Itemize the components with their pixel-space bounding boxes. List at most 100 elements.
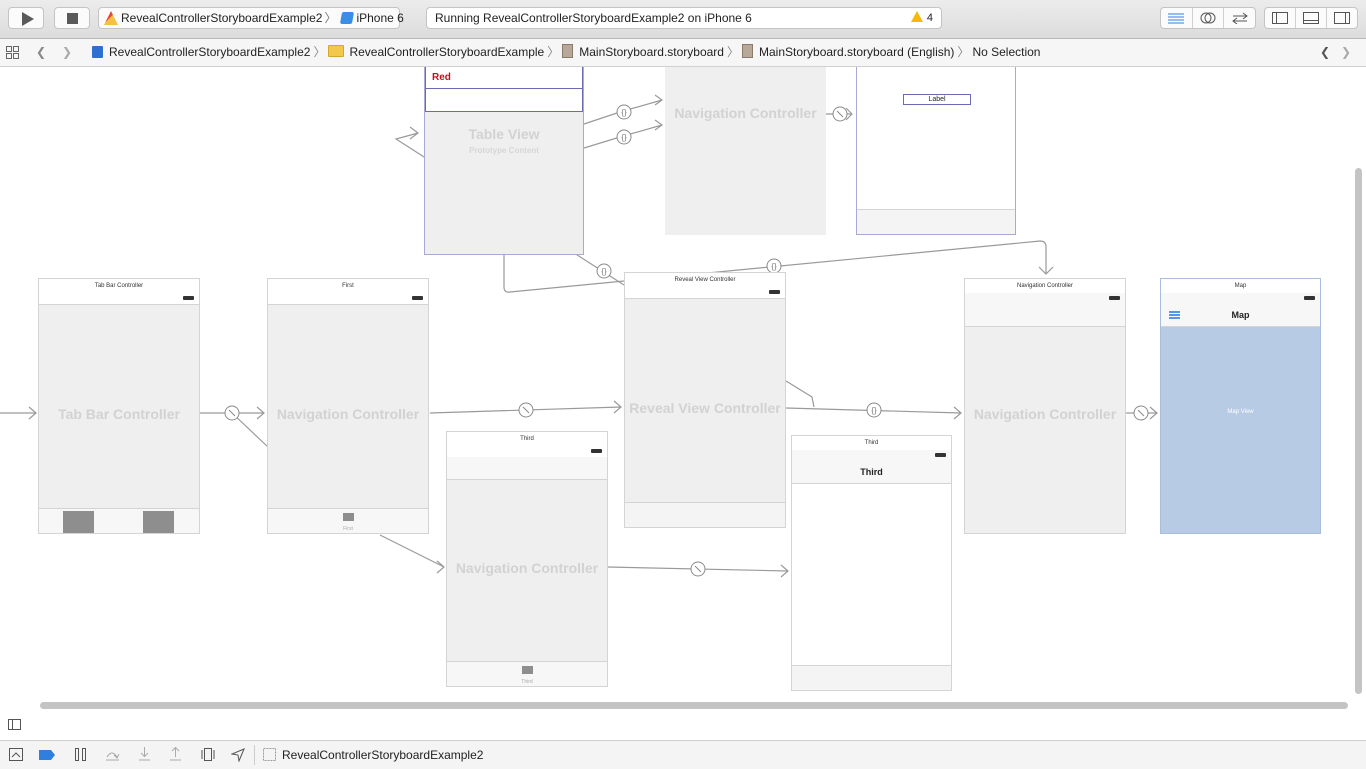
navigation-bar-title: Map [1231,310,1250,320]
warning-icon [910,11,923,22]
view-hierarchy-icon [201,748,215,761]
segue-line[interactable] [379,534,445,574]
storyboard-file-icon [562,44,574,58]
pause-button[interactable] [74,748,87,763]
scene-title: Navigation Controller [276,406,420,422]
scene-header: Reveal View Controller [625,273,785,288]
location-arrow-icon [230,748,245,763]
storyboard-canvas[interactable]: {} {} {} {} {} Red Table View Prototype Cont… [0,67,1352,697]
table-view-title: Table View [468,126,540,142]
table-cell[interactable] [425,89,583,112]
battery-icon [1304,296,1315,300]
navigator-toggle-button[interactable] [1265,8,1296,28]
tab-bar: Third [447,661,607,686]
third-navigation-controller-scene[interactable]: Third Navigation Controller Third [446,431,608,687]
warning-count: 4 [926,12,933,24]
editor-mode-segment [1160,7,1256,29]
tab-item-icon[interactable] [343,513,354,521]
breadcrumb-selection[interactable]: No Selection [972,45,1040,59]
back-arrow-icon[interactable]: ❮ [36,39,46,66]
standard-editor-button[interactable] [1161,8,1193,28]
step-into-icon [139,747,150,761]
scene-header: Map [1161,279,1320,294]
top-nav-title: Navigation Controller [674,105,817,121]
previous-issue-icon[interactable]: ❮ [1320,39,1330,66]
step-over-button[interactable] [105,748,120,763]
breakpoints-toggle-button[interactable] [39,750,56,761]
scene-title: Reveal View Controller [629,400,781,416]
tab-item-label: Third [521,679,533,685]
breadcrumb-file[interactable]: MainStoryboard.storyboard [562,44,724,59]
assistant-editor-button[interactable] [1193,8,1225,28]
scheme-selector[interactable]: RevealControllerStoryboardExample2 〉 iPhon… [98,7,404,29]
scene-header: Third [447,432,607,447]
debug-area-toggle-button[interactable] [1296,8,1327,28]
window-toolbar: RevealControllerStoryboardExample2 〉 iPhon… [0,0,1366,39]
chevron-right-icon: 〉 [957,45,970,59]
third-view-controller-scene[interactable]: Third Third [791,435,952,691]
assistant-editor-icon [1200,12,1216,24]
breadcrumb-localized-file[interactable]: MainStoryboard.storyboard (English) [742,44,954,59]
battery-icon [769,290,780,294]
horizontal-scrollbar[interactable] [40,702,1348,709]
hide-debug-area-button[interactable] [9,748,23,763]
breadcrumb-group[interactable]: RevealControllerStoryboardExample [328,45,544,59]
battery-icon [935,453,946,457]
bottom-panel-icon [1303,12,1319,24]
next-issue-icon[interactable]: ❯ [1341,39,1351,66]
tab-bar-controller-scene[interactable]: Tab Bar Controller Tab Bar Controller [38,278,200,534]
tab-item-icon[interactable] [143,511,174,533]
stop-button[interactable] [54,7,90,29]
table-view-scene[interactable]: Red Table View Prototype Content [424,67,584,255]
stop-icon [67,13,78,24]
step-into-button[interactable] [138,747,151,763]
simulate-location-button[interactable] [230,748,245,764]
utilities-toggle-button[interactable] [1327,8,1357,28]
forward-arrow-icon[interactable]: ❯ [62,39,72,66]
run-button[interactable] [8,7,44,29]
top-navigation-controller-scene[interactable]: Navigation Controller [665,67,826,235]
storyboard-file-icon [742,44,753,58]
first-navigation-controller-scene[interactable]: First Navigation Controller First [267,278,429,534]
bottom-strip [792,665,951,690]
reveal-view-controller-scene[interactable]: Reveal View Controller Reveal View Contr… [624,272,786,528]
left-panel-icon [1272,12,1288,24]
map-scene[interactable]: Map Map Map View [1160,278,1321,534]
version-editor-button[interactable] [1224,8,1255,28]
tab-item-icon[interactable] [522,666,533,674]
right-panel-icon [1334,12,1350,24]
warning-badge[interactable]: 4 [910,8,933,28]
label-element[interactable]: Label [903,94,971,105]
navigation-bar: Map [1161,304,1320,327]
entry-arrow [0,406,37,420]
chevron-right-icon: 〉 [324,11,337,25]
scene-title: Navigation Controller [455,560,599,576]
svg-text:{}: {} [621,133,627,142]
scene-title: Navigation Controller [973,406,1117,422]
battery-icon [1109,296,1120,300]
tab-item-icon[interactable] [63,511,94,533]
status-bar [268,293,428,305]
tab-bar: First [268,508,428,533]
folder-icon [328,45,345,57]
scene-header: Navigation Controller [965,279,1125,294]
jump-bar: ❮ ❯ RevealControllerStoryboardExample2 〉 R… [0,39,1366,67]
divider [254,745,255,765]
table-cell-red[interactable]: Red [425,67,583,89]
step-out-icon [170,746,181,761]
scene-header: Third [792,436,951,451]
related-items-icon[interactable] [6,46,19,61]
label-view-scene[interactable]: Label [856,67,1016,235]
scheme-name: RevealControllerStoryboardExample2 [121,11,323,25]
segue-line[interactable] [785,380,815,408]
breadcrumb-project[interactable]: RevealControllerStoryboardExample2 [92,45,310,59]
vertical-scrollbar[interactable] [1355,168,1362,694]
document-outline-toggle-icon[interactable] [8,719,21,730]
debug-view-hierarchy-button[interactable] [201,748,215,763]
step-over-icon [106,752,120,761]
right-navigation-controller-scene[interactable]: Navigation Controller Navigation Control… [964,278,1126,534]
svg-text:{}: {} [871,406,877,415]
target-process-name[interactable]: RevealControllerStoryboardExample2 [282,741,483,769]
step-out-button[interactable] [169,746,182,763]
device-icon [340,12,355,24]
